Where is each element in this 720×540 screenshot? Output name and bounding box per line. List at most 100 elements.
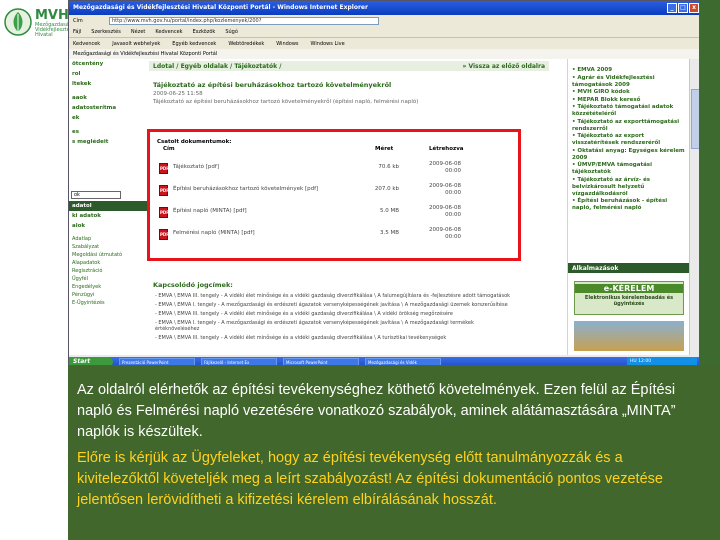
mvh-logo: MVH Mezőgazdasági Vidékfejlesztési Hivat… — [4, 4, 74, 40]
lnav-item[interactable]: aaok — [69, 93, 147, 103]
pdf-icon: PDF — [159, 207, 169, 218]
caption-paragraph-1: Az oldalról elérhetők az építési tevéken… — [77, 382, 676, 440]
fav-item[interactable]: Webtöredékek — [228, 41, 264, 47]
browser-title: Mezőgazdasági és Vidékfejlesztési Hivata… — [73, 4, 368, 11]
start-button[interactable]: Start — [69, 357, 113, 365]
lnav-subitem[interactable]: Megoldási útmutató — [72, 251, 147, 259]
rnav-item[interactable]: • Tájékoztató az exporttámogatási rendsz… — [572, 119, 688, 133]
e-kerelem-banner[interactable]: e-KÉRELEM Elektronikus kérelembeadás és … — [574, 281, 684, 315]
rnav-item[interactable]: • Tájékoztató támogatási adatok közzétét… — [572, 104, 688, 118]
lnav-item[interactable]: s meglédeit — [69, 137, 147, 147]
lnav-subitem[interactable]: Szabályzat — [72, 243, 147, 251]
close-button[interactable]: x — [689, 3, 699, 13]
menu-file[interactable]: Fájl — [73, 29, 81, 35]
lnav-subitem[interactable]: Pénzügyi — [72, 291, 147, 299]
rnav-item[interactable]: • MEPAR Blokk kereső — [572, 97, 688, 104]
fav-item[interactable]: Egyéb kedvencek — [172, 41, 216, 47]
attachment-row[interactable]: PDF Építési napló (MINTA) [pdf] 5.0 MB 2… — [157, 205, 517, 227]
fav-item[interactable]: Kedvencek — [73, 41, 100, 47]
rnav-item[interactable]: • Oktatási anyag: Egységes kérelem 2009 — [572, 148, 688, 162]
right-nav-list: • EMVA 2009 • Agrár és Vidékfejlesztési … — [572, 67, 688, 213]
fav-item[interactable]: Windows Live — [311, 41, 345, 47]
address-input[interactable]: http://www.mvh.gov.hu/portal/index.php/k… — [109, 17, 379, 25]
related-link[interactable]: - EMVA \ EMVA III. tengely - A vidéki él… — [155, 335, 515, 341]
favorites-bar: Kedvencek Javasolt webhelyek Egyéb kedve… — [69, 37, 699, 49]
lnav-section-header: adatol — [69, 201, 147, 211]
taskbar-item[interactable]: Prezentáció PowerPoint — [119, 358, 195, 365]
lnav-item[interactable]: ek — [69, 113, 147, 123]
related-title: Kapcsolódó jogcímek: — [153, 281, 233, 289]
rnav-item[interactable]: • Tájékoztató az árvíz- és belvízkárosul… — [572, 177, 688, 198]
attachment-row[interactable]: PDF Építési beruházásokhoz tartozó követ… — [157, 183, 517, 205]
menu-help[interactable]: Súgó — [225, 29, 238, 35]
rnav-item[interactable]: • MVH GIRO kódok — [572, 89, 688, 96]
taskbar-item[interactable]: Mezőgazdasági és Vidék — [365, 358, 441, 365]
attachments-label: Csatolt dokumentumok: — [157, 139, 232, 145]
lnav-item[interactable]: ötcentény — [69, 59, 147, 69]
logo-title: MVH — [35, 8, 69, 23]
document-description: Tájékoztató az építési beruházásokhoz ta… — [153, 99, 419, 105]
lnav-item[interactable]: adatosterítma — [69, 103, 147, 113]
menu-tools[interactable]: Eszközök — [193, 29, 216, 35]
related-link[interactable]: - EMVA \ EMVA III. tengely - A vidéki él… — [155, 293, 515, 299]
lnav-item[interactable]: rol — [69, 69, 147, 79]
logo-emblem-icon — [4, 8, 32, 36]
attachment-row[interactable]: PDF Felmérési napló (MINTA) [pdf] 3.5 MB… — [157, 227, 517, 249]
pdf-icon: PDF — [159, 229, 169, 240]
address-bar: Cím http://www.mvh.gov.hu/portal/index.p… — [69, 15, 699, 27]
attachment-size: 3.5 MB — [379, 230, 399, 236]
caption-paragraph-2: Előre is kérjük az Ügyfeleket, hogy az é… — [77, 450, 663, 508]
rnav-item[interactable]: • Tájékoztató az export visszatérítések … — [572, 133, 688, 147]
e-kerelem-subtitle: Elektronikus kérelembeadás és ügyintézés — [584, 295, 674, 307]
scrollbar-thumb[interactable] — [691, 89, 699, 149]
col-name-header: Cím — [163, 146, 175, 152]
left-search-input[interactable]: ok — [71, 191, 121, 199]
document-title: Tájékoztató az építési beruházásokhoz ta… — [153, 81, 392, 89]
e-kerelem-title: e-KÉRELEM — [575, 284, 683, 293]
attachment-row[interactable]: PDF Tájékoztató [pdf] 70.6 kb 2009-06-08… — [157, 161, 517, 183]
lnav-item[interactable]: es — [69, 127, 147, 137]
fav-item[interactable]: Windows — [276, 41, 298, 47]
window-controls: _ □ x — [667, 3, 699, 13]
pdf-icon: PDF — [159, 163, 169, 174]
lnav-item[interactable]: ki adatok — [69, 211, 147, 221]
menu-bar: Fájl Szerkesztés Nézet Kedvencek Eszközö… — [69, 27, 699, 37]
fav-item[interactable]: Javasolt webhelyek — [112, 41, 160, 47]
rnav-item[interactable]: • Agrár és Vidékfejlesztési támogatások … — [572, 75, 688, 89]
maximize-button[interactable]: □ — [678, 3, 688, 13]
taskbar-item[interactable]: Fájlkezelő - Internet Ex — [201, 358, 277, 365]
browser-tab[interactable]: Mezőgazdasági és Vidékfejlesztési Hivata… — [69, 49, 699, 59]
taskbar-item[interactable]: Microsoft PowerPoint — [283, 358, 359, 365]
attachment-link[interactable]: Építési napló (MINTA) [pdf] — [173, 208, 363, 215]
back-link[interactable]: » Vissza az előző oldalra — [463, 63, 546, 70]
lnav-subitem[interactable]: Ügyfél — [72, 275, 147, 283]
lnav-subitem[interactable]: Alapadatok — [72, 259, 147, 267]
vertical-scrollbar[interactable] — [689, 59, 699, 355]
menu-favorites[interactable]: Kedvencek — [155, 29, 182, 35]
lnav-item[interactable]: alok — [69, 221, 147, 231]
related-link[interactable]: - EMVA \ EMVA I. tengely - A mezőgazdasá… — [155, 302, 515, 308]
web-page: ötcentény rol ltekek aaok adatosterítma … — [69, 59, 690, 355]
attachment-link[interactable]: Tájékoztató [pdf] — [173, 164, 363, 171]
breadcrumb-path[interactable]: Ldotal / Egyéb oldalak / Tájékoztatók / — [153, 63, 281, 70]
menu-view[interactable]: Nézet — [131, 29, 145, 35]
lnav-subitem[interactable]: Regisztráció — [72, 267, 147, 275]
lnav-subitem[interactable]: E-Ügyintézés — [72, 299, 147, 307]
lnav-subitem[interactable]: Adatlap — [72, 235, 147, 243]
rnav-item[interactable]: • EMVA 2009 — [572, 67, 688, 74]
attachment-date: 2009-06-08 00:00 — [429, 183, 461, 196]
menu-edit[interactable]: Szerkesztés — [91, 29, 121, 35]
rnav-item[interactable]: • Építési beruházások - építési napló, f… — [572, 198, 688, 212]
system-tray: HU 12:00 — [627, 357, 697, 365]
logo-subtitle: Mezőgazdasági Vidékfejlesztési Hivatal — [35, 22, 74, 38]
attachment-date: 2009-06-08 00:00 — [429, 161, 461, 174]
lnav-item[interactable]: ltekek — [69, 79, 147, 89]
related-link[interactable]: - EMVA \ EMVA I. tengely - A mezőgazdasá… — [155, 320, 515, 332]
minimize-button[interactable]: _ — [667, 3, 677, 13]
related-link[interactable]: - EMVA \ EMVA III. tengely - A vidéki él… — [155, 311, 515, 317]
rnav-item[interactable]: • ÚMVP/EMVA támogatási tájékoztatók — [572, 162, 688, 176]
attachment-link[interactable]: Építési beruházásokhoz tartozó követelmé… — [173, 186, 363, 193]
attachment-link[interactable]: Felmérési napló (MINTA) [pdf] — [173, 230, 363, 237]
lnav-subitem[interactable]: Engedélyek — [72, 283, 147, 291]
attachment-size: 5.0 MB — [379, 208, 399, 214]
